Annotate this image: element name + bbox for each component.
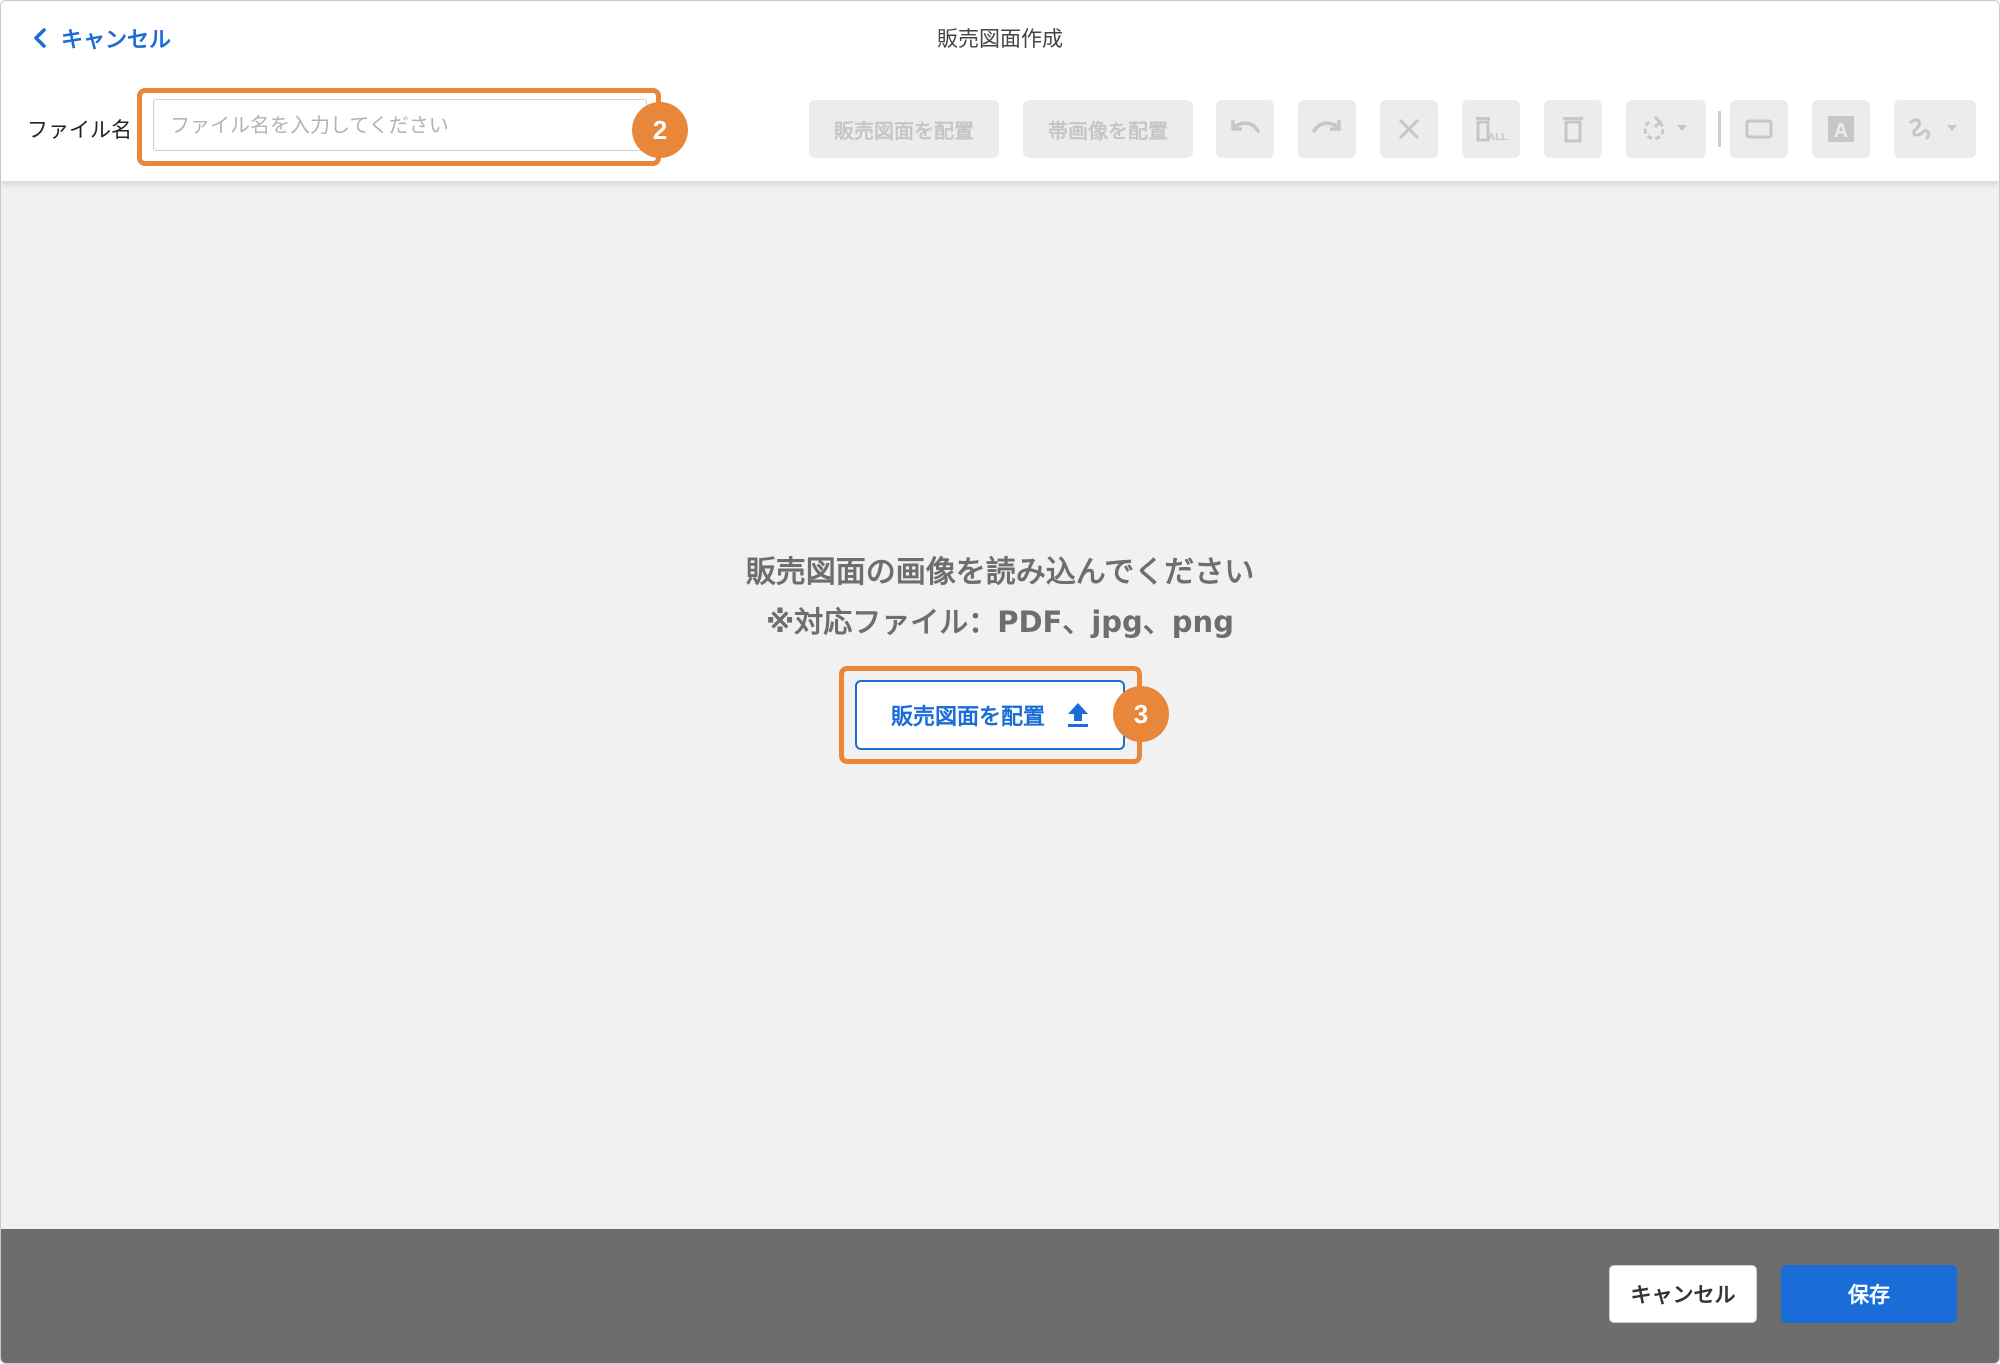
drawing-canvas: 販売図面の画像を読み込んでください ※対応ファイル：PDF、jpg、png 販売… [1, 181, 1999, 1229]
freehand-dropdown-button[interactable] [1894, 100, 1976, 158]
footer-bar: キャンセル 保存 [1, 1229, 1999, 1363]
close-button[interactable] [1380, 100, 1438, 158]
rectangle-icon [1745, 119, 1773, 139]
delete-all-button[interactable]: ALL [1462, 100, 1520, 158]
svg-text:ALL: ALL [1488, 132, 1507, 143]
text-tool-button[interactable]: A [1812, 100, 1870, 158]
toolbar-divider [1718, 111, 1721, 147]
undo-icon [1231, 120, 1260, 133]
place-band-image-button[interactable]: 帯画像を配置 [1023, 100, 1193, 158]
header-bar: キャンセル 販売図面作成 [1, 1, 1999, 73]
rotate-icon [1643, 115, 1687, 140]
text-icon: A [1828, 116, 1854, 142]
page-title: 販売図面作成 [937, 27, 1063, 51]
place-drawing-button[interactable]: 販売図面を配置 [809, 100, 999, 158]
supported-formats-note: ※対応ファイル：PDF、jpg、png [766, 605, 1234, 639]
toolbar: ファイル名 2 販売図面を配置 帯画像を配置 [1, 73, 1999, 181]
delete-button[interactable] [1544, 100, 1602, 158]
save-button[interactable]: 保存 [1781, 1265, 1957, 1323]
app-window: キャンセル 販売図面作成 ファイル名 2 販売図面を配置 帯画像を配置 [0, 0, 2000, 1364]
svg-text:A: A [1834, 120, 1848, 142]
redo-icon [1312, 120, 1341, 133]
upload-prompt: 販売図面の画像を読み込んでください [745, 555, 1255, 590]
step-badge-2: 2 [632, 102, 688, 158]
close-icon [1398, 118, 1420, 140]
filename-input[interactable] [153, 99, 647, 151]
upload-icon [1068, 703, 1088, 727]
rectangle-tool-button[interactable] [1730, 100, 1788, 158]
filename-label: ファイル名 [27, 118, 132, 142]
undo-button[interactable] [1216, 100, 1274, 158]
trash-icon [1563, 117, 1583, 143]
upload-drawing-button[interactable]: 販売図面を配置 [855, 680, 1125, 750]
upload-drawing-label: 販売図面を配置 [890, 705, 1045, 730]
rotate-dropdown-button[interactable] [1626, 100, 1706, 158]
freehand-icon [1909, 118, 1957, 140]
delete-all-icon: ALL [1476, 117, 1507, 143]
footer-cancel-button[interactable]: キャンセル [1609, 1265, 1757, 1323]
step-badge-3: 3 [1113, 686, 1169, 742]
redo-button[interactable] [1298, 100, 1356, 158]
